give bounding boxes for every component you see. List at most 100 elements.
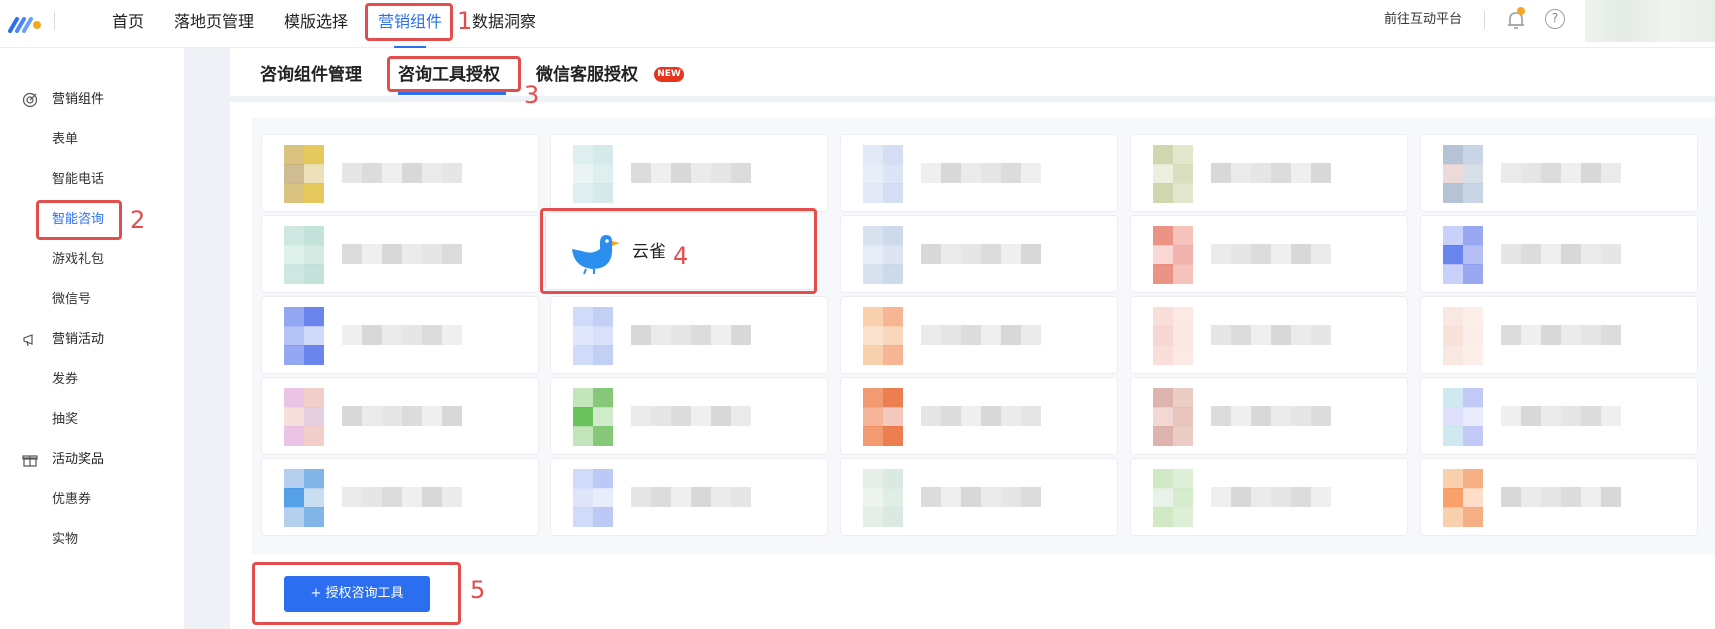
tool-name-blurred	[342, 325, 462, 345]
nav-home[interactable]: 首页	[112, 10, 144, 34]
sidebar-item-game-gift[interactable]: 游戏礼包	[52, 250, 104, 270]
tool-name-blurred	[1501, 244, 1621, 264]
logo-separator	[54, 12, 55, 30]
sidebar-item-physical-prize[interactable]: 实物	[52, 530, 78, 550]
tool-logo-icon	[863, 226, 903, 284]
tool-logo-icon	[1153, 307, 1193, 365]
tool-card[interactable]	[550, 296, 828, 374]
tool-name-blurred	[631, 487, 751, 507]
tool-name-blurred	[631, 163, 751, 183]
annotation-number-5: 5	[470, 576, 486, 604]
tool-card[interactable]	[840, 296, 1118, 374]
sidebar-group-label: 营销组件	[52, 92, 105, 107]
tool-name-blurred	[1211, 325, 1331, 345]
tool-logo-icon	[284, 145, 324, 203]
tool-name-blurred	[921, 244, 1041, 264]
tool-logo-icon	[284, 388, 324, 446]
tool-card[interactable]	[1420, 458, 1698, 536]
nav-data-insights[interactable]: 数据洞察	[472, 10, 536, 34]
tool-card[interactable]	[261, 296, 539, 374]
sidebar-item-form[interactable]: 表单	[52, 130, 78, 150]
sidebar-item-coupon-issue[interactable]: 发券	[52, 370, 78, 390]
user-avatar[interactable]	[1585, 0, 1715, 42]
megaphone-icon	[23, 334, 33, 347]
annotation-box-2	[36, 200, 122, 240]
tool-card[interactable]	[1130, 296, 1408, 374]
nav-template-select[interactable]: 模版选择	[284, 10, 348, 34]
tool-logo-icon	[1443, 226, 1483, 284]
sidebar-group-label: 活动奖品	[52, 452, 105, 467]
target-icon	[22, 92, 38, 108]
annotation-number-2: 2	[130, 206, 146, 234]
tool-name-blurred	[1211, 163, 1331, 183]
tool-logo-icon	[1443, 145, 1483, 203]
tool-card[interactable]	[840, 134, 1118, 212]
tab-consult-component-management[interactable]: 咨询组件管理	[260, 62, 362, 88]
tool-name-blurred	[1211, 406, 1331, 426]
tool-logo-icon	[863, 469, 903, 527]
topbar-separator	[1484, 11, 1485, 29]
tool-name-blurred	[1211, 487, 1331, 507]
tool-logo-icon	[863, 145, 903, 203]
tool-logo-icon	[1443, 307, 1483, 365]
tool-card[interactable]	[1420, 296, 1698, 374]
tool-card[interactable]	[840, 215, 1118, 293]
tool-name-blurred	[631, 406, 751, 426]
new-badge: NEW	[654, 67, 684, 82]
tool-card[interactable]	[1130, 458, 1408, 536]
goto-interactive-platform-link[interactable]: 前往互动平台	[1384, 10, 1462, 30]
tool-card[interactable]	[261, 215, 539, 293]
tool-logo-icon	[1153, 469, 1193, 527]
sidebar-item-coupon[interactable]: 优惠券	[52, 490, 91, 510]
tool-card[interactable]	[261, 458, 539, 536]
tool-card[interactable]	[1420, 134, 1698, 212]
sidebar-item-wechat-id[interactable]: 微信号	[52, 290, 91, 310]
tool-name-blurred	[1211, 244, 1331, 264]
tool-logo-icon	[573, 307, 613, 365]
tool-logo-icon	[1153, 145, 1193, 203]
sidebar-item-lottery[interactable]: 抽奖	[52, 410, 78, 430]
tool-name-blurred	[342, 406, 462, 426]
nav-landing-page-management[interactable]: 落地页管理	[174, 10, 254, 34]
sidebar: 营销组件 表单 智能电话 智能咨询 游戏礼包 微信号 营销活动 发券 抽奖 活动…	[0, 48, 184, 629]
tool-card[interactable]	[1130, 215, 1408, 293]
tool-name-blurred	[342, 487, 462, 507]
tool-name-blurred	[342, 163, 462, 183]
tool-card[interactable]	[840, 377, 1118, 455]
tool-logo-icon	[1153, 226, 1193, 284]
annotation-number-3: 3	[524, 81, 540, 109]
sidebar-gutter	[184, 48, 230, 629]
tool-logo-icon	[1443, 469, 1483, 527]
tool-card[interactable]	[1130, 134, 1408, 212]
tool-card[interactable]	[550, 377, 828, 455]
tool-card[interactable]	[550, 458, 828, 536]
tool-card[interactable]	[261, 377, 539, 455]
tool-logo-icon	[284, 307, 324, 365]
tool-card[interactable]	[550, 134, 828, 212]
tool-logo-icon	[284, 226, 324, 284]
help-icon[interactable]: ?	[1545, 9, 1565, 29]
tool-card[interactable]	[1420, 215, 1698, 293]
tool-name-blurred	[921, 325, 1041, 345]
annotation-number-1: 1	[457, 7, 473, 35]
sidebar-item-smart-phone[interactable]: 智能电话	[52, 170, 104, 190]
tool-name-blurred	[631, 325, 751, 345]
tool-logo-icon	[863, 307, 903, 365]
tool-name-blurred	[1501, 406, 1621, 426]
tool-logo-icon	[1153, 388, 1193, 446]
tool-card[interactable]	[261, 134, 539, 212]
annotation-box-1	[365, 3, 453, 41]
tool-logo-icon	[863, 388, 903, 446]
sidebar-group-label: 营销活动	[52, 332, 105, 347]
tool-logo-icon	[573, 388, 613, 446]
tool-card[interactable]	[1420, 377, 1698, 455]
logo-icon[interactable]	[8, 11, 44, 35]
tool-name-blurred	[1501, 487, 1621, 507]
tool-logo-icon	[284, 469, 324, 527]
tool-card[interactable]	[840, 458, 1118, 536]
tool-card[interactable]	[1130, 377, 1408, 455]
tab-wechat-service-authorization[interactable]: 微信客服授权	[536, 62, 638, 88]
tool-name-blurred	[342, 244, 462, 264]
gift-icon	[22, 455, 38, 467]
tool-logo-icon	[573, 469, 613, 527]
